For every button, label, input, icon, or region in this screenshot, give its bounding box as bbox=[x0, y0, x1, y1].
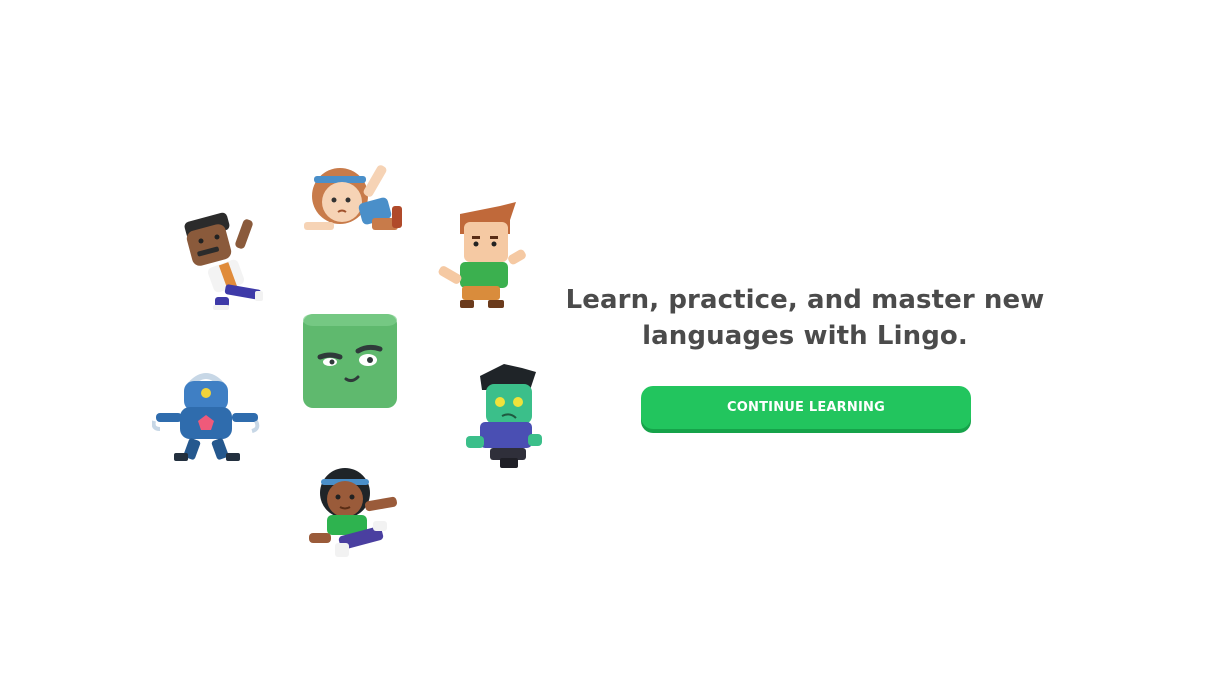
continue-learning-button[interactable]: CONTINUE LEARNING bbox=[641, 386, 971, 429]
character-boy-redhair-icon bbox=[438, 202, 526, 308]
hero-illustration bbox=[140, 150, 560, 570]
hero-text-block: Learn, practice, and master new language… bbox=[560, 270, 1050, 354]
tagline-heading: Learn, practice, and master new language… bbox=[560, 282, 1050, 354]
tagline-line-2: languages with Lingo. bbox=[642, 321, 968, 351]
landing-page: Learn, practice, and master new language… bbox=[0, 0, 1209, 697]
character-man-mustache-icon bbox=[184, 212, 263, 310]
character-robot-icon bbox=[152, 373, 260, 461]
character-zombie-icon bbox=[466, 364, 542, 468]
character-girl-headband-icon bbox=[304, 165, 402, 230]
character-girl-green-shirt-icon bbox=[309, 468, 397, 557]
tagline-line-1: Learn, practice, and master new bbox=[565, 285, 1045, 315]
mascot-green-square-icon bbox=[303, 314, 397, 408]
